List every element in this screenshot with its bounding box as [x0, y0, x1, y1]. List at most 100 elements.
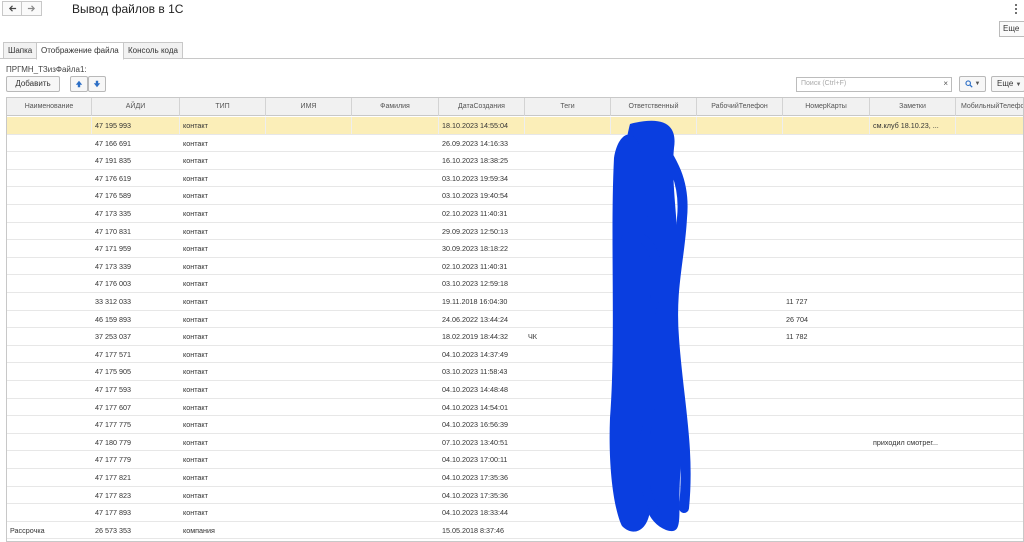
cell-card: [783, 258, 870, 275]
cell-first: [266, 311, 352, 328]
clear-search-icon[interactable]: ×: [943, 79, 948, 88]
cell-name: [7, 328, 92, 345]
column-header-type[interactable]: ТИП: [180, 98, 266, 116]
cell-first: [266, 293, 352, 310]
cell-name: [7, 363, 92, 380]
table-more-button[interactable]: Еще ▼: [991, 76, 1024, 92]
column-header-responsible[interactable]: Ответственный: [611, 98, 697, 116]
column-header-first-name[interactable]: ИМЯ: [266, 98, 352, 116]
cell-mobile: [956, 223, 1023, 240]
cell-tags: [525, 187, 611, 204]
column-header-name[interactable]: Наименование: [7, 98, 92, 116]
column-header-mobile[interactable]: МобильныйТелефон: [956, 98, 1023, 116]
cell-tags: [525, 117, 611, 134]
cell-last: [352, 469, 439, 486]
column-header-work-phone[interactable]: РабочийТелефон: [697, 98, 783, 116]
column-header-last-name[interactable]: Фамилия: [352, 98, 439, 116]
table-row[interactable]: 47 173 335 контакт 02.10.2023 11:40:31: [7, 205, 1023, 223]
cell-id: 47 195 993: [92, 117, 180, 134]
cell-resp: [611, 469, 697, 486]
cell-last: [352, 152, 439, 169]
cell-phone: [697, 311, 783, 328]
cell-first: [266, 152, 352, 169]
cell-tags: [525, 275, 611, 292]
cell-resp: [611, 504, 697, 521]
table-row[interactable]: 47 176 619 контакт 03.10.2023 19:59:34: [7, 170, 1023, 188]
table-row[interactable]: 47 173 339 контакт 02.10.2023 11:40:31: [7, 258, 1023, 276]
table-row[interactable]: 47 195 993 контакт 18.10.2023 14:55:04 см.к…: [7, 117, 1023, 135]
cell-resp: [611, 522, 697, 539]
table-row[interactable]: 47 175 905 контакт 03.10.2023 11:58:43: [7, 363, 1023, 381]
table-row[interactable]: 47 177 775 контакт 04.10.2023 16:56:39: [7, 416, 1023, 434]
move-up-button[interactable]: [70, 76, 88, 92]
cell-date: 04.10.2023 18:33:44: [442, 508, 508, 518]
table-row[interactable]: 47 171 959 контакт 30.09.2023 18:18:22: [7, 240, 1023, 258]
cell-tags: [525, 363, 611, 380]
forward-button[interactable]: [22, 1, 42, 16]
column-header-created[interactable]: ДатаСоздания: [439, 98, 525, 116]
search-input[interactable]: Поиск (Ctrl+F) ×: [796, 77, 952, 92]
cell-date: 18.02.2019 18:44:32: [442, 332, 508, 342]
table-row[interactable]: 47 177 823 контакт 04.10.2023 17:35:36: [7, 487, 1023, 505]
cell-first: [266, 346, 352, 363]
table-row[interactable]: 47 177 821 контакт 04.10.2023 17:35:36: [7, 469, 1023, 487]
column-header-tags[interactable]: Теги: [525, 98, 611, 116]
window-more-button[interactable]: Еще: [999, 21, 1024, 37]
cell-resp: [611, 170, 697, 187]
cell-type: контакт: [183, 261, 208, 271]
cell-name: [7, 346, 92, 363]
cell-id: 47 177 823: [95, 490, 131, 500]
cell-type: контакт: [183, 367, 208, 377]
table-row[interactable]: Рассрочка 26 573 353 компания 15.05.2018 8:…: [7, 522, 1023, 540]
cell-tags: [525, 381, 611, 398]
cell-type: компания: [183, 525, 215, 535]
cell-phone: [697, 522, 783, 539]
cell-tags: [525, 205, 611, 222]
table-row[interactable]: 47 170 831 контакт 29.09.2023 12:50:13: [7, 223, 1023, 241]
cell-phone: [697, 363, 783, 380]
table-row[interactable]: 46 159 893 контакт 24.06.2022 13:44:24 26 7…: [7, 311, 1023, 329]
cell-date: 03.10.2023 19:59:34: [442, 173, 508, 183]
cell-tags: [525, 522, 611, 539]
cell-phone: [697, 135, 783, 152]
cell-type: контакт: [183, 332, 208, 342]
cell-phone: [697, 275, 783, 292]
table-row[interactable]: 47 176 003 контакт 03.10.2023 12:59:18: [7, 275, 1023, 293]
kebab-menu-icon[interactable]: [1015, 4, 1018, 14]
search-placeholder: Поиск (Ctrl+F): [801, 80, 847, 87]
table-row[interactable]: 47 177 779 контакт 04.10.2023 17:00:11: [7, 451, 1023, 469]
tab-code-console[interactable]: Консоль кода: [123, 42, 183, 59]
table-header: Наименование АЙДИ ТИП ИМЯ Фамилия ДатаСо…: [7, 98, 1023, 116]
table-row[interactable]: 47 176 589 контакт 03.10.2023 19:40:54: [7, 187, 1023, 205]
cell-mobile: [956, 275, 1023, 292]
table-row[interactable]: 47 177 607 контакт 04.10.2023 14:54:01: [7, 399, 1023, 417]
table-row[interactable]: 47 177 893 контакт 04.10.2023 18:33:44: [7, 504, 1023, 522]
cell-type: контакт: [183, 508, 208, 518]
table-row[interactable]: 37 253 037 контакт 18.02.2019 18:44:32 ЧК 11…: [7, 328, 1023, 346]
cell-last: [352, 434, 439, 451]
table-row[interactable]: 47 166 691 контакт 26.09.2023 14:16:33: [7, 135, 1023, 153]
cell-mobile: [956, 152, 1023, 169]
column-header-card-number[interactable]: НомерКарты: [783, 98, 870, 116]
table-row[interactable]: 47 180 779 контакт 07.10.2023 13:40:51 прих…: [7, 434, 1023, 452]
column-header-notes[interactable]: Заметки: [870, 98, 956, 116]
tab-header[interactable]: Шапка: [3, 42, 38, 59]
cell-mobile: [956, 328, 1023, 345]
move-down-button[interactable]: [88, 76, 106, 92]
column-header-id[interactable]: АЙДИ: [92, 98, 180, 116]
search-button[interactable]: ▼: [959, 76, 986, 92]
table-row[interactable]: 33 312 033 контакт 19.11.2018 16:04:30 11 7…: [7, 293, 1023, 311]
cell-notes: [870, 522, 956, 539]
table-row[interactable]: 47 177 571 контакт 04.10.2023 14:37:49: [7, 346, 1023, 364]
cell-name: [7, 152, 92, 169]
cell-notes: приходил смотрег...: [873, 437, 939, 447]
table-row[interactable]: 47 177 593 контакт 04.10.2023 14:48:48: [7, 381, 1023, 399]
cell-card: [783, 223, 870, 240]
table-caption: ПРГМН_ТЗизФайла1:: [6, 65, 87, 74]
add-button[interactable]: Добавить: [6, 76, 60, 92]
tab-file-view[interactable]: Отображение файла: [36, 42, 124, 60]
table-row[interactable]: 47 191 835 контакт 16.10.2023 18:38:25: [7, 152, 1023, 170]
cell-date: 02.10.2023 11:40:31: [442, 209, 508, 218]
cell-tags: [525, 469, 611, 486]
back-button[interactable]: [2, 1, 22, 16]
